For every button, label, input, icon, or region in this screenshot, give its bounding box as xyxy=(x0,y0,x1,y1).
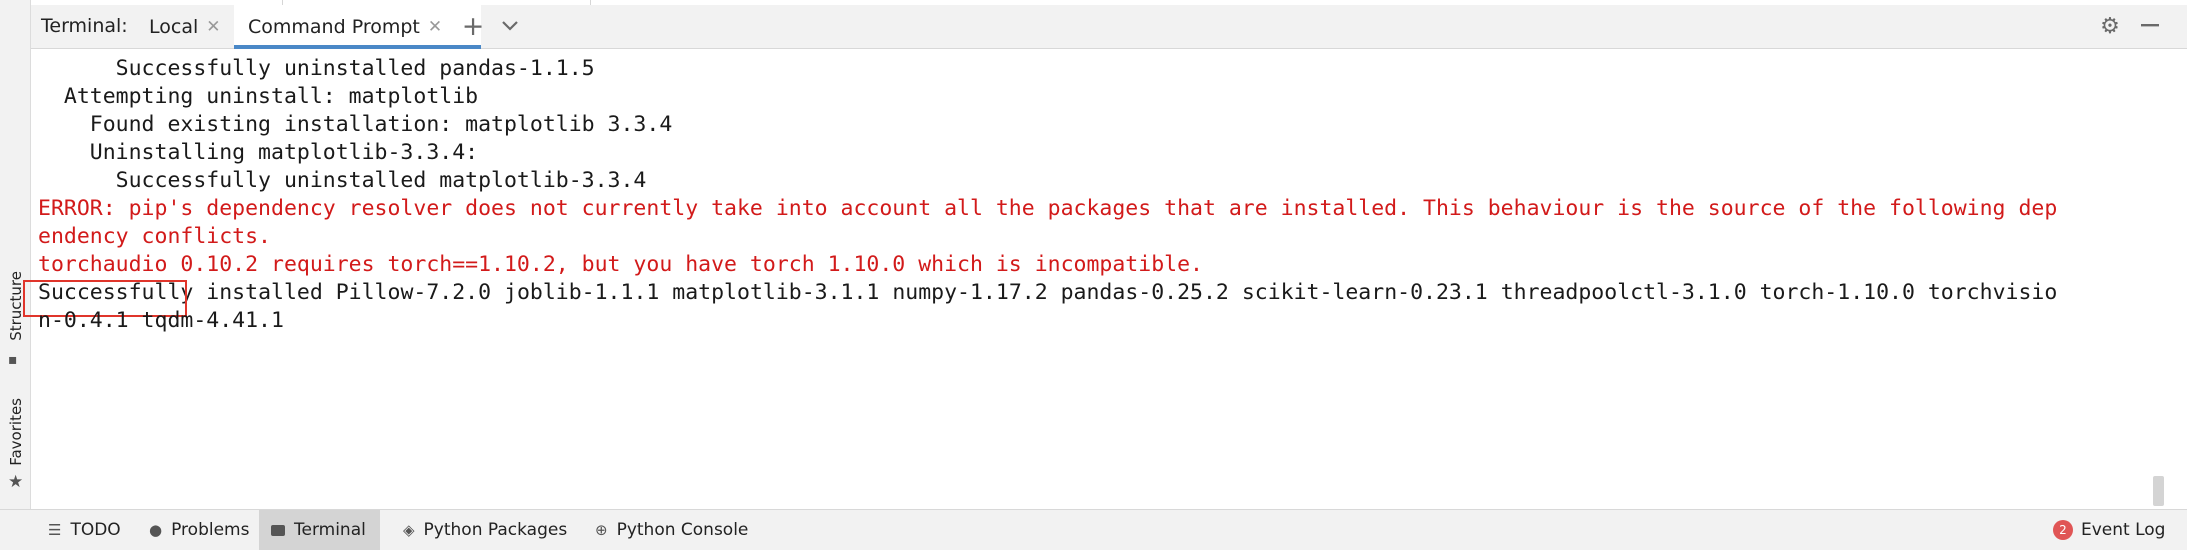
close-icon[interactable]: ✕ xyxy=(206,17,220,37)
tool-todo[interactable]: ☰ TODO xyxy=(36,510,135,550)
structure-icon: ▪ xyxy=(8,352,18,368)
ide-window: Structure ▪ Favorites ★ Terminal: Local … xyxy=(0,0,2187,550)
bottom-tool-bar: ☰ TODO ● Problems Terminal ◈ Python Pack… xyxy=(0,509,2187,550)
scrollbar-thumb[interactable] xyxy=(2153,476,2164,506)
tool-python-packages[interactable]: ◈ Python Packages xyxy=(391,510,581,550)
left-tool-strip: Structure ▪ Favorites ★ xyxy=(0,0,31,550)
tab-local-label: Local xyxy=(149,15,199,38)
tool-problems-label: Problems xyxy=(171,520,250,540)
minimize-icon[interactable] xyxy=(2135,11,2165,41)
terminal-header: Terminal: Local ✕ Command Prompt ✕ + ⚙ xyxy=(31,5,2187,49)
star-icon: ★ xyxy=(8,472,24,492)
tool-python-console[interactable]: ⊕ Python Console xyxy=(583,510,762,550)
favorites-tab[interactable]: Favorites xyxy=(3,392,29,472)
tool-event-log[interactable]: 2 Event Log xyxy=(2041,510,2179,550)
terminal-line: n-0.4.1 tqdm-4.41.1 xyxy=(38,308,284,333)
problems-icon: ● xyxy=(149,521,163,539)
terminal-icon xyxy=(271,524,285,536)
tab-command-prompt[interactable]: Command Prompt ✕ xyxy=(234,5,481,49)
chevron-down-icon[interactable] xyxy=(495,11,525,41)
tool-terminal-label: Terminal xyxy=(294,520,366,540)
terminal-title: Terminal: xyxy=(41,15,128,37)
tool-event-log-label: Event Log xyxy=(2081,520,2166,540)
gear-icon[interactable]: ⚙ xyxy=(2095,11,2125,41)
tool-python-console-label: Python Console xyxy=(616,520,749,540)
close-icon[interactable]: ✕ xyxy=(428,17,442,37)
event-count-badge: 2 xyxy=(2053,520,2073,540)
structure-label: Structure xyxy=(7,271,25,341)
tab-command-prompt-label: Command Prompt xyxy=(248,15,420,38)
list-icon: ☰ xyxy=(48,521,62,539)
structure-tab[interactable]: Structure xyxy=(3,268,29,344)
tool-problems[interactable]: ● Problems xyxy=(137,510,263,550)
python-icon: ⊕ xyxy=(595,521,608,539)
terminal-line-success: Successfully installed Pillow-7.2.0 jobl… xyxy=(23,273,2058,317)
tool-python-packages-label: Python Packages xyxy=(423,520,568,540)
tool-todo-label: TODO xyxy=(70,520,121,540)
tool-terminal[interactable]: Terminal xyxy=(259,510,380,550)
packages-icon: ◈ xyxy=(403,521,415,539)
terminal-error-line: ERROR: pip's dependency resolver does no… xyxy=(38,196,2058,221)
favorites-label: Favorites xyxy=(7,398,25,466)
installed-packages: installed Pillow-7.2.0 joblib-1.1.1 matp… xyxy=(193,280,2058,305)
terminal-output[interactable]: Successfully uninstalled pandas-1.1.5 At… xyxy=(23,49,2187,509)
plus-icon[interactable]: + xyxy=(458,11,488,42)
